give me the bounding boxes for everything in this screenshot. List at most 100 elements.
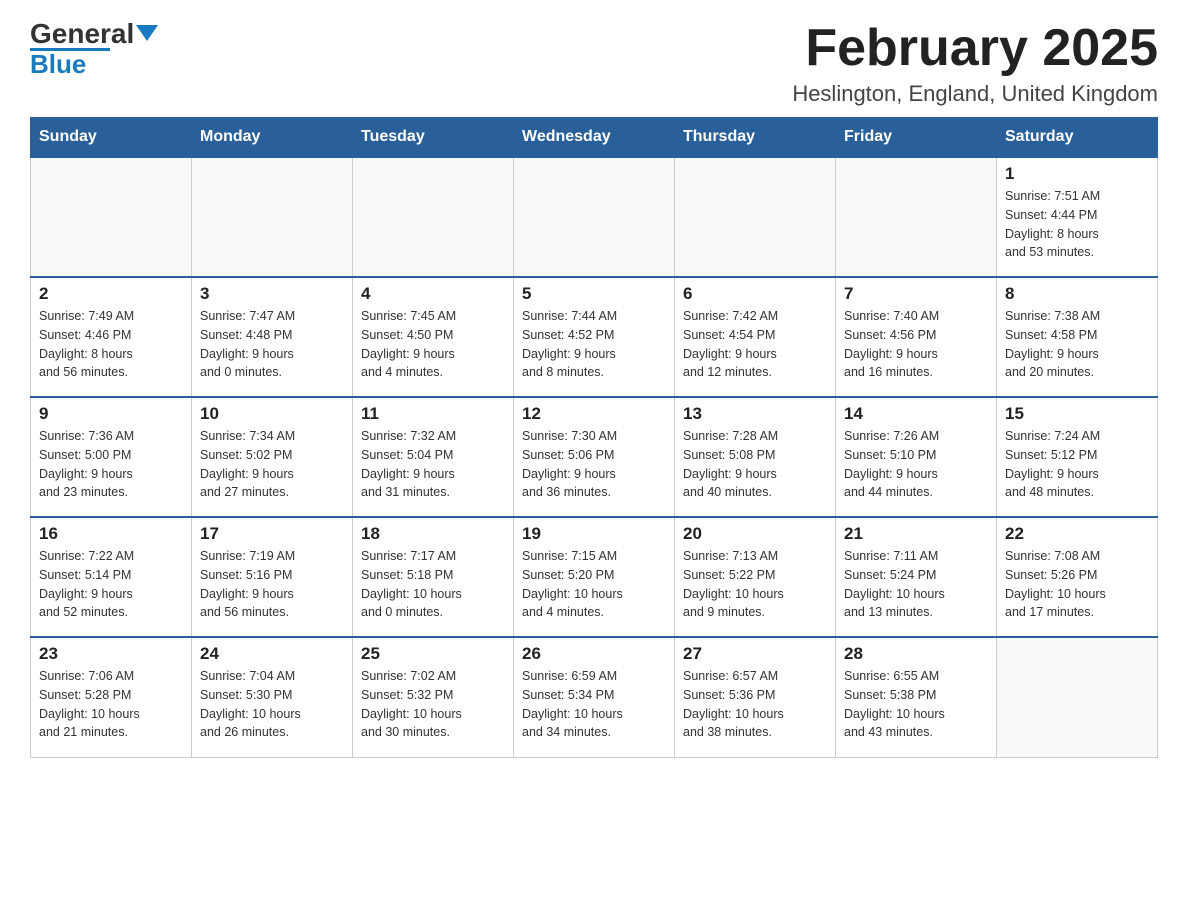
day-number: 22 bbox=[1005, 524, 1149, 544]
calendar-cell bbox=[31, 157, 192, 277]
location-subtitle: Heslington, England, United Kingdom bbox=[792, 81, 1158, 107]
logo-general-text: General bbox=[30, 20, 134, 48]
calendar-cell: 7 Sunrise: 7:40 AMSunset: 4:56 PMDaylight… bbox=[836, 277, 997, 397]
day-info: Sunrise: 7:19 AMSunset: 5:16 PMDaylight:… bbox=[200, 547, 344, 622]
day-number: 12 bbox=[522, 404, 666, 424]
day-info: Sunrise: 6:59 AMSunset: 5:34 PMDaylight:… bbox=[522, 667, 666, 742]
day-info: Sunrise: 7:26 AMSunset: 5:10 PMDaylight:… bbox=[844, 427, 988, 502]
day-number: 1 bbox=[1005, 164, 1149, 184]
day-number: 16 bbox=[39, 524, 183, 544]
calendar-cell bbox=[514, 157, 675, 277]
logo-triangle-icon bbox=[136, 25, 158, 41]
week-row-1: 1 Sunrise: 7:51 AMSunset: 4:44 PMDaylight… bbox=[31, 157, 1158, 277]
calendar-cell bbox=[997, 637, 1158, 757]
calendar-cell: 14 Sunrise: 7:26 AMSunset: 5:10 PMDayligh… bbox=[836, 397, 997, 517]
day-info: Sunrise: 7:36 AMSunset: 5:00 PMDaylight:… bbox=[39, 427, 183, 502]
day-number: 6 bbox=[683, 284, 827, 304]
day-number: 10 bbox=[200, 404, 344, 424]
logo: General Blue bbox=[30, 20, 158, 77]
day-info: Sunrise: 7:40 AMSunset: 4:56 PMDaylight:… bbox=[844, 307, 988, 382]
calendar-cell: 4Sunrise: 7:45 AMSunset: 4:50 PMDaylight… bbox=[353, 277, 514, 397]
calendar-cell: 8Sunrise: 7:38 AMSunset: 4:58 PMDaylight… bbox=[997, 277, 1158, 397]
day-number: 24 bbox=[200, 644, 344, 664]
week-row-2: 2 Sunrise: 7:49 AMSunset: 4:46 PMDaylight… bbox=[31, 277, 1158, 397]
day-info: Sunrise: 7:44 AMSunset: 4:52 PMDaylight:… bbox=[522, 307, 666, 382]
day-info: Sunrise: 7:47 AMSunset: 4:48 PMDaylight:… bbox=[200, 307, 344, 382]
header-thursday: Thursday bbox=[675, 118, 836, 158]
calendar-cell: 11 Sunrise: 7:32 AMSunset: 5:04 PMDayligh… bbox=[353, 397, 514, 517]
day-number: 7 bbox=[844, 284, 988, 304]
day-info: Sunrise: 7:34 AMSunset: 5:02 PMDaylight:… bbox=[200, 427, 344, 502]
day-number: 19 bbox=[522, 524, 666, 544]
calendar-cell: 12 Sunrise: 7:30 AMSunset: 5:06 PMDayligh… bbox=[514, 397, 675, 517]
title-block: February 2025 Heslington, England, Unite… bbox=[792, 20, 1158, 107]
calendar-cell: 13 Sunrise: 7:28 AMSunset: 5:08 PMDayligh… bbox=[675, 397, 836, 517]
header-saturday: Saturday bbox=[997, 118, 1158, 158]
day-number: 25 bbox=[361, 644, 505, 664]
day-number: 15 bbox=[1005, 404, 1149, 424]
day-info: Sunrise: 7:02 AMSunset: 5:32 PMDaylight:… bbox=[361, 667, 505, 742]
calendar-cell: 26 Sunrise: 6:59 AMSunset: 5:34 PMDayligh… bbox=[514, 637, 675, 757]
day-info: Sunrise: 7:49 AMSunset: 4:46 PMDaylight:… bbox=[39, 307, 183, 382]
day-info: Sunrise: 7:08 AMSunset: 5:26 PMDaylight:… bbox=[1005, 547, 1149, 622]
day-info: Sunrise: 7:28 AMSunset: 5:08 PMDaylight:… bbox=[683, 427, 827, 502]
header-friday: Friday bbox=[836, 118, 997, 158]
day-info: Sunrise: 7:30 AMSunset: 5:06 PMDaylight:… bbox=[522, 427, 666, 502]
day-number: 20 bbox=[683, 524, 827, 544]
day-number: 23 bbox=[39, 644, 183, 664]
calendar-cell: 9 Sunrise: 7:36 AMSunset: 5:00 PMDaylight… bbox=[31, 397, 192, 517]
calendar-cell: 21 Sunrise: 7:11 AMSunset: 5:24 PMDayligh… bbox=[836, 517, 997, 637]
day-info: Sunrise: 7:45 AMSunset: 4:50 PMDaylight:… bbox=[361, 307, 505, 382]
calendar-cell: 5 Sunrise: 7:44 AMSunset: 4:52 PMDaylight… bbox=[514, 277, 675, 397]
day-number: 2 bbox=[39, 284, 183, 304]
day-number: 18 bbox=[361, 524, 505, 544]
day-info: Sunrise: 7:32 AMSunset: 5:04 PMDaylight:… bbox=[361, 427, 505, 502]
calendar-cell: 10 Sunrise: 7:34 AMSunset: 5:02 PMDayligh… bbox=[192, 397, 353, 517]
header-monday: Monday bbox=[192, 118, 353, 158]
day-info: Sunrise: 7:06 AMSunset: 5:28 PMDaylight:… bbox=[39, 667, 183, 742]
calendar-cell: 27 Sunrise: 6:57 AMSunset: 5:36 PMDayligh… bbox=[675, 637, 836, 757]
header-tuesday: Tuesday bbox=[353, 118, 514, 158]
day-info: Sunrise: 7:22 AMSunset: 5:14 PMDaylight:… bbox=[39, 547, 183, 622]
day-info: Sunrise: 7:51 AMSunset: 4:44 PMDaylight:… bbox=[1005, 187, 1149, 262]
calendar-cell: 19Sunrise: 7:15 AMSunset: 5:20 PMDayligh… bbox=[514, 517, 675, 637]
page-header: General Blue February 2025 Heslington, E… bbox=[30, 20, 1158, 107]
calendar-cell bbox=[675, 157, 836, 277]
day-number: 9 bbox=[39, 404, 183, 424]
calendar-cell: 16 Sunrise: 7:22 AMSunset: 5:14 PMDayligh… bbox=[31, 517, 192, 637]
weekday-header-row: Sunday Monday Tuesday Wednesday Thursday… bbox=[31, 118, 1158, 158]
calendar-cell: 22 Sunrise: 7:08 AMSunset: 5:26 PMDayligh… bbox=[997, 517, 1158, 637]
day-info: Sunrise: 7:11 AMSunset: 5:24 PMDaylight:… bbox=[844, 547, 988, 622]
day-number: 21 bbox=[844, 524, 988, 544]
calendar-cell bbox=[836, 157, 997, 277]
week-row-3: 9 Sunrise: 7:36 AMSunset: 5:00 PMDaylight… bbox=[31, 397, 1158, 517]
day-number: 26 bbox=[522, 644, 666, 664]
day-number: 27 bbox=[683, 644, 827, 664]
calendar-cell: 25 Sunrise: 7:02 AMSunset: 5:32 PMDayligh… bbox=[353, 637, 514, 757]
day-info: Sunrise: 7:42 AMSunset: 4:54 PMDaylight:… bbox=[683, 307, 827, 382]
calendar-cell bbox=[353, 157, 514, 277]
header-sunday: Sunday bbox=[31, 118, 192, 158]
calendar-cell: 20Sunrise: 7:13 AMSunset: 5:22 PMDayligh… bbox=[675, 517, 836, 637]
calendar-cell: 15 Sunrise: 7:24 AMSunset: 5:12 PMDayligh… bbox=[997, 397, 1158, 517]
calendar-cell: 18Sunrise: 7:17 AMSunset: 5:18 PMDayligh… bbox=[353, 517, 514, 637]
day-number: 17 bbox=[200, 524, 344, 544]
day-info: Sunrise: 6:55 AMSunset: 5:38 PMDaylight:… bbox=[844, 667, 988, 742]
calendar-cell: 23 Sunrise: 7:06 AMSunset: 5:28 PMDayligh… bbox=[31, 637, 192, 757]
header-wednesday: Wednesday bbox=[514, 118, 675, 158]
calendar-cell: 28Sunrise: 6:55 AMSunset: 5:38 PMDayligh… bbox=[836, 637, 997, 757]
day-info: Sunrise: 7:04 AMSunset: 5:30 PMDaylight:… bbox=[200, 667, 344, 742]
day-number: 14 bbox=[844, 404, 988, 424]
calendar-cell bbox=[192, 157, 353, 277]
day-number: 5 bbox=[522, 284, 666, 304]
day-info: Sunrise: 6:57 AMSunset: 5:36 PMDaylight:… bbox=[683, 667, 827, 742]
day-number: 13 bbox=[683, 404, 827, 424]
week-row-4: 16 Sunrise: 7:22 AMSunset: 5:14 PMDayligh… bbox=[31, 517, 1158, 637]
calendar-cell: 17 Sunrise: 7:19 AMSunset: 5:16 PMDayligh… bbox=[192, 517, 353, 637]
day-info: Sunrise: 7:24 AMSunset: 5:12 PMDaylight:… bbox=[1005, 427, 1149, 502]
day-number: 11 bbox=[361, 404, 505, 424]
calendar-table: Sunday Monday Tuesday Wednesday Thursday… bbox=[30, 117, 1158, 758]
week-row-5: 23 Sunrise: 7:06 AMSunset: 5:28 PMDayligh… bbox=[31, 637, 1158, 757]
day-number: 3 bbox=[200, 284, 344, 304]
month-year-title: February 2025 bbox=[792, 20, 1158, 77]
